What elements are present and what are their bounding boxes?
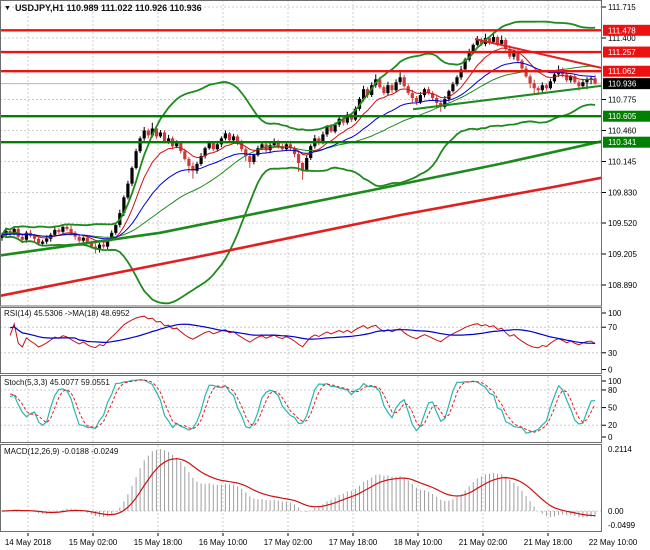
stoch-axis-label: 0 bbox=[608, 433, 613, 442]
chart-background bbox=[0, 0, 650, 550]
macd-axis-label: -0.0499 bbox=[608, 521, 636, 530]
stoch-axis-label: 20 bbox=[608, 421, 617, 430]
support-price-badge-text: 110.605 bbox=[608, 112, 637, 121]
support-price-badge-text: 110.341 bbox=[608, 138, 637, 147]
chart-canvas[interactable]: 111.715111.400110.775110.460110.145109.8… bbox=[0, 0, 650, 550]
macd-axis-label: 0.00 bbox=[608, 507, 624, 516]
rsi-axis-label: 30 bbox=[608, 349, 617, 358]
price-axis-label: 109.830 bbox=[608, 188, 637, 197]
time-axis-label: 22 May 10:00 bbox=[589, 538, 638, 547]
price-axis-label: 110.775 bbox=[608, 95, 637, 104]
price-axis-label: 110.460 bbox=[608, 126, 637, 135]
price-axis-label: 110.145 bbox=[608, 157, 637, 166]
price-axis-label: 109.520 bbox=[608, 219, 637, 228]
rsi-axis-label: 100 bbox=[608, 309, 622, 318]
resistance-price-badge-text: 111.062 bbox=[608, 67, 636, 76]
time-axis-label: 14 May 2018 bbox=[5, 538, 52, 547]
time-axis-label: 16 May 10:00 bbox=[199, 538, 248, 547]
time-axis-label: 21 May 02:00 bbox=[459, 538, 508, 547]
time-axis-label: 17 May 18:00 bbox=[329, 538, 378, 547]
macd-axis-label: 0.2114 bbox=[608, 445, 632, 454]
rsi-axis-label: 0 bbox=[608, 366, 613, 375]
resistance-price-badge-text: 111.478 bbox=[608, 26, 636, 35]
stoch-axis-label: 100 bbox=[608, 377, 622, 386]
time-axis-label: 15 May 18:00 bbox=[134, 538, 183, 547]
price-axis-label: 108.890 bbox=[608, 281, 637, 290]
price-axis-label: 109.205 bbox=[608, 250, 637, 259]
time-axis-label: 21 May 18:00 bbox=[524, 538, 573, 547]
current-price-badge-text: 110.936 bbox=[608, 80, 637, 89]
time-axis-label: 15 May 02:00 bbox=[69, 538, 118, 547]
rsi-axis-label: 70 bbox=[608, 323, 617, 332]
stoch-axis-label: 50 bbox=[608, 404, 617, 413]
price-axis-label: 111.715 bbox=[608, 3, 636, 12]
time-axis-label: 18 May 10:00 bbox=[394, 538, 443, 547]
trading-chart-window: 111.715 111.400 110.775 110.460 110.145 109.8… bbox=[0, 0, 650, 550]
resistance-price-badge-text: 111.257 bbox=[608, 48, 636, 57]
stoch-axis-label: 80 bbox=[608, 386, 617, 395]
time-axis-label: 17 May 02:00 bbox=[264, 538, 313, 547]
